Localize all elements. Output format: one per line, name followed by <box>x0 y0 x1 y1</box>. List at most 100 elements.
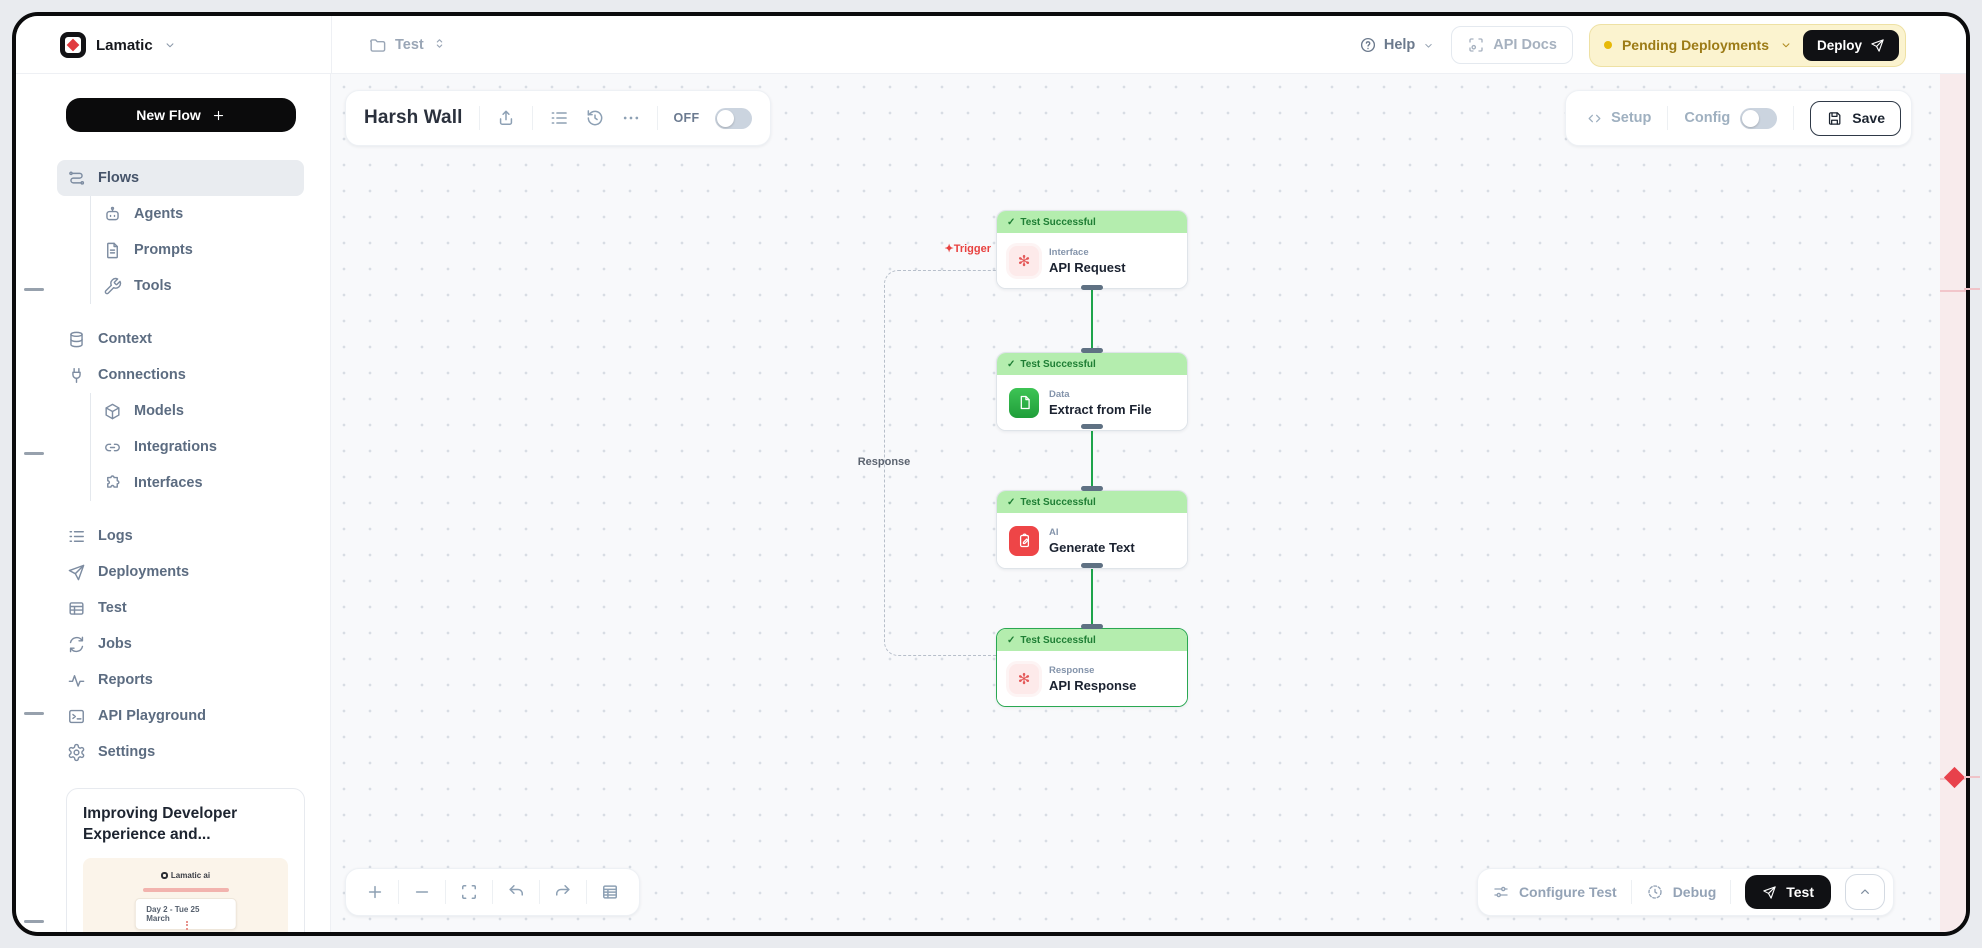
gear-icon <box>67 743 86 762</box>
flow-header-panel: Harsh Wall OFF <box>345 90 771 146</box>
help-menu[interactable]: Help <box>1359 36 1435 54</box>
config-toggle[interactable] <box>1740 108 1777 129</box>
new-flow-button[interactable]: New Flow <box>66 98 296 132</box>
node-status-badge: ✓Test Successful <box>997 629 1187 651</box>
pending-deployments-pill[interactable]: Pending Deployments Deploy <box>1589 24 1906 67</box>
save-icon <box>1826 110 1843 127</box>
pending-dot-icon <box>1604 41 1612 49</box>
right-peek-strip <box>1940 74 1966 932</box>
node-api-response[interactable]: ✓Test Successful ✻ Response API Response <box>996 628 1188 707</box>
lamatic-mini-logo-icon <box>161 872 168 879</box>
debug-clock-icon <box>1646 883 1664 901</box>
promo-thumb-dotted-line <box>186 921 188 936</box>
setup-label: Setup <box>1611 110 1651 126</box>
sidebar-item-deployments[interactable]: Deployments <box>57 554 304 590</box>
sidebar-item-label: Test <box>98 600 127 616</box>
sidebar-item-reports[interactable]: Reports <box>57 662 304 698</box>
save-button[interactable]: Save <box>1810 101 1901 136</box>
config-toggle-group: Config <box>1684 108 1777 129</box>
sidebar-item-integrations[interactable]: Integrations <box>91 429 304 465</box>
sidebar-item-interfaces[interactable]: Interfaces <box>91 465 304 501</box>
sidebar-item-test[interactable]: Test <box>57 590 304 626</box>
chevron-down-icon <box>1422 39 1435 52</box>
test-button[interactable]: Test <box>1745 875 1831 909</box>
breadcrumb-label: Test <box>395 37 424 53</box>
configure-test-label: Configure Test <box>1519 884 1617 900</box>
node-handle[interactable] <box>1081 424 1103 429</box>
puzzle-icon <box>103 474 122 493</box>
sidebar-item-context[interactable]: Context <box>57 321 304 357</box>
table-icon <box>67 599 86 618</box>
folder-icon <box>368 36 387 55</box>
node-api-request[interactable]: ✓Test Successful ✻ Interface API Request <box>996 210 1188 289</box>
api-docs-button[interactable]: API Docs <box>1451 26 1573 64</box>
deploy-label: Deploy <box>1817 38 1862 53</box>
node-handle[interactable] <box>1081 624 1103 629</box>
setup-tab[interactable]: Setup <box>1586 110 1651 127</box>
plus-icon <box>211 108 226 123</box>
zoom-in-icon[interactable] <box>365 882 385 902</box>
sidebar-item-label: API Playground <box>98 708 206 724</box>
activity-icon <box>67 671 86 690</box>
sidebar-item-flows[interactable]: Flows <box>57 160 304 196</box>
zoom-out-icon[interactable] <box>412 882 432 902</box>
debug-label: Debug <box>1673 884 1717 900</box>
redo-icon[interactable] <box>553 882 573 902</box>
sidebar-item-settings[interactable]: Settings <box>57 734 304 770</box>
edge-node2-node3 <box>1091 427 1093 488</box>
fit-view-icon[interactable] <box>459 882 479 902</box>
sidebar-item-connections[interactable]: Connections <box>57 357 304 393</box>
sidebar-item-logs[interactable]: Logs <box>57 518 304 554</box>
deploy-button[interactable]: Deploy <box>1803 30 1899 61</box>
pending-deployments-label: Pending Deployments <box>1622 37 1769 53</box>
configure-test-button[interactable]: Configure Test <box>1492 883 1617 901</box>
sidebar-item-api-playground[interactable]: API Playground <box>57 698 304 734</box>
new-flow-label: New Flow <box>136 107 201 123</box>
more-options-icon[interactable] <box>621 108 641 128</box>
sidebar-item-models[interactable]: Models <box>91 393 304 429</box>
promo-card[interactable]: Improving Developer Experience and... La… <box>66 788 305 936</box>
chevron-down-icon <box>1779 38 1793 52</box>
sidebar-item-label: Jobs <box>98 636 132 652</box>
link-icon <box>103 438 122 457</box>
node-title: Extract from File <box>1049 402 1152 417</box>
sidebar-item-tools[interactable]: Tools <box>91 268 304 304</box>
sidebar-nav: Flows Agents Prompts Tools Cont <box>57 160 304 770</box>
debug-button[interactable]: Debug <box>1646 883 1717 901</box>
sidebar-item-label: Connections <box>98 367 186 383</box>
sidebar-item-prompts[interactable]: Prompts <box>91 232 304 268</box>
data-table-icon[interactable] <box>600 882 620 902</box>
history-icon[interactable] <box>585 108 605 128</box>
sidebar-item-label: Reports <box>98 672 153 688</box>
right-edge-tick <box>1964 776 1980 778</box>
lamatic-logo-icon <box>60 32 86 58</box>
chevrons-up-down-icon <box>432 36 451 55</box>
topbar-divider <box>331 16 332 74</box>
database-icon <box>67 330 86 349</box>
edge-node1-node2 <box>1091 288 1093 350</box>
trigger-label: ✦Trigger <box>887 242 991 255</box>
flow-enable-toggle[interactable] <box>715 108 752 129</box>
api-docs-icon <box>1467 36 1485 54</box>
undo-icon[interactable] <box>506 882 526 902</box>
refresh-icon <box>67 635 86 654</box>
node-extract-from-file[interactable]: ✓Test Successful Data Extract from File <box>996 352 1188 431</box>
sidebar-item-jobs[interactable]: Jobs <box>57 626 304 662</box>
breadcrumb[interactable]: Test <box>368 16 451 74</box>
workspace-switcher[interactable]: Lamatic <box>60 16 177 74</box>
topbar-actions: Help API Docs Pending Deployments Deploy <box>1359 16 1906 74</box>
sidebar-item-agents[interactable]: Agents <box>91 196 304 232</box>
brand-name: Lamatic <box>96 37 153 54</box>
node-handle[interactable] <box>1081 563 1103 568</box>
node-handle[interactable] <box>1081 486 1103 491</box>
flow-canvas[interactable]: Harsh Wall OFF Setup Config <box>331 74 1940 932</box>
list-view-icon[interactable] <box>549 108 569 128</box>
share-icon[interactable] <box>496 108 516 128</box>
node-handle[interactable] <box>1081 285 1103 290</box>
sidebar-item-label: Interfaces <box>134 475 203 491</box>
flow-status-label: OFF <box>674 111 700 125</box>
node-generate-text[interactable]: ✓Test Successful AI Generate Text <box>996 490 1188 569</box>
node-handle[interactable] <box>1081 348 1103 353</box>
expand-panel-button[interactable] <box>1845 874 1885 910</box>
pink-guide-line <box>1940 290 1966 292</box>
